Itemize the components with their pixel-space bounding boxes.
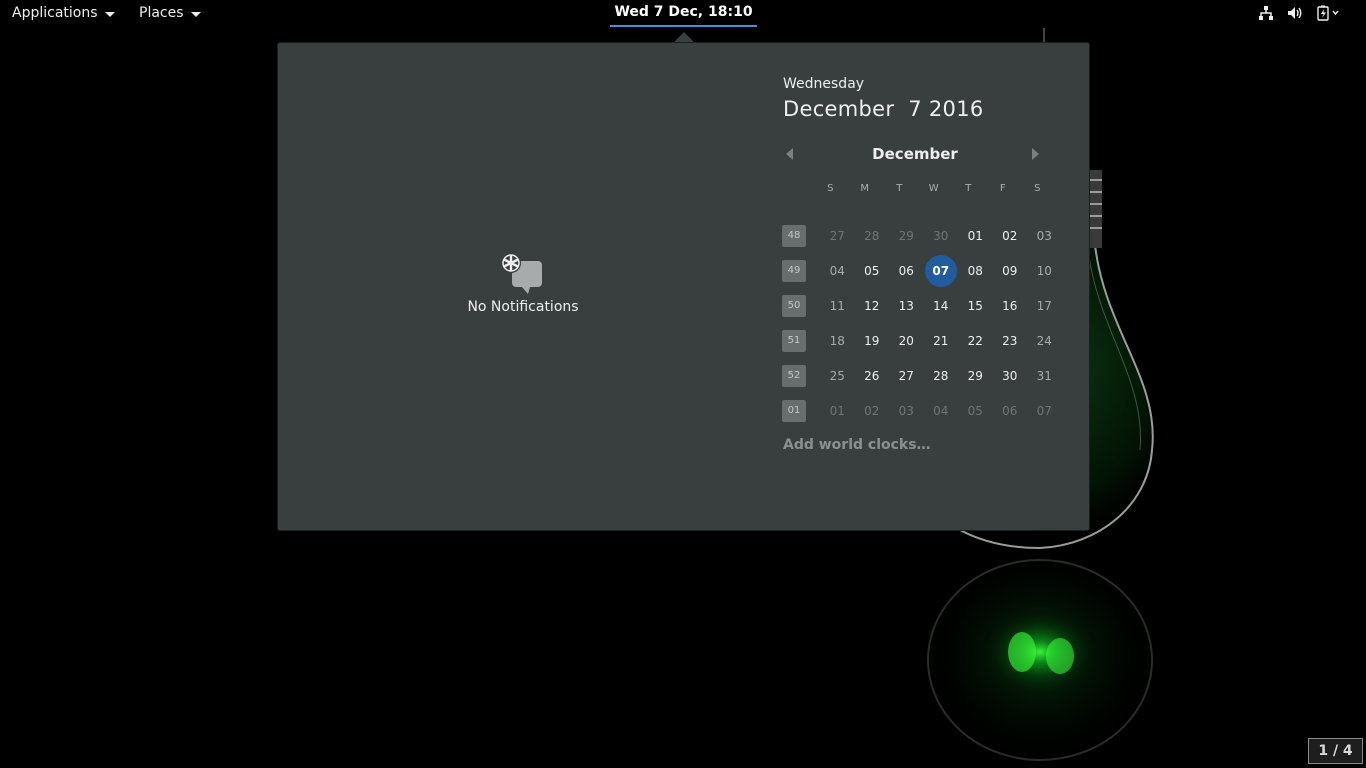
- calendar-day[interactable]: 02: [993, 220, 1028, 252]
- calendar-day[interactable]: 06: [993, 395, 1028, 427]
- calendar-day[interactable]: 18: [820, 325, 855, 357]
- weekday-label: S: [1034, 183, 1041, 194]
- system-tray[interactable]: [1258, 5, 1340, 21]
- calendar-day[interactable]: 27: [820, 220, 855, 252]
- calendar-day[interactable]: 29: [958, 360, 993, 392]
- weekday-label: F: [999, 183, 1006, 194]
- calendar-day[interactable]: 11: [820, 290, 855, 322]
- calendar-day[interactable]: 28: [855, 220, 890, 252]
- calendar-day[interactable]: 01: [820, 395, 855, 427]
- week-number: 50: [782, 294, 806, 317]
- calendar-day[interactable]: 07: [1027, 395, 1062, 427]
- calendar-day[interactable]: 19: [855, 325, 890, 357]
- calendar-day[interactable]: 13: [889, 290, 924, 322]
- calendar-day[interactable]: 03: [889, 395, 924, 427]
- weekday-label: T: [896, 183, 903, 194]
- calendar-day[interactable]: 20: [889, 325, 924, 357]
- calendar-day[interactable]: 30: [993, 360, 1028, 392]
- popover-arrow: [674, 32, 694, 42]
- calendar-day[interactable]: 01: [958, 220, 993, 252]
- day-name: Wednesday: [783, 76, 865, 92]
- calendar-week-row: 52 25 26 27 28 29 30 31: [782, 358, 1062, 393]
- calendar-day[interactable]: 22: [958, 325, 993, 357]
- calendar-week-row: 50 11 12 13 14 15 16 17: [782, 288, 1062, 323]
- calendar-week-row: 48 27 28 29 30 01 02 03: [782, 218, 1062, 253]
- top-bar: Applications Places Wed 7 Dec, 18:10: [0, 0, 1366, 27]
- network-wired-icon: [1259, 6, 1273, 20]
- calendar-day[interactable]: 03: [1027, 220, 1062, 252]
- date-menu-popover: No Notifications Wednesday December 7 20…: [277, 42, 1090, 531]
- calendar-day[interactable]: 25: [820, 360, 855, 392]
- calendar-day-today[interactable]: 07: [924, 254, 957, 287]
- week-number: 01: [782, 399, 806, 422]
- calendar-day[interactable]: 10: [1027, 255, 1062, 287]
- chevron-down-icon: [104, 11, 115, 17]
- week-number: 48: [782, 224, 806, 247]
- chevron-down-icon: [190, 11, 201, 17]
- calendar-day[interactable]: 21: [924, 325, 959, 357]
- no-notifications-label: No Notifications: [467, 299, 579, 315]
- weekday-label: M: [860, 183, 870, 194]
- calendar-day[interactable]: 28: [924, 360, 959, 392]
- week-number: 49: [782, 259, 806, 282]
- week-number: 52: [782, 364, 806, 387]
- calendar-day[interactable]: 05: [958, 395, 993, 427]
- applications-menu-label: Applications: [12, 5, 98, 21]
- calendar-day[interactable]: 17: [1027, 290, 1062, 322]
- calendar-day[interactable]: 23: [993, 325, 1028, 357]
- full-date: December 7 2016: [783, 97, 984, 121]
- calendar-day[interactable]: 05: [855, 255, 890, 287]
- chevron-left-icon: [786, 148, 793, 160]
- calendar-day[interactable]: 27: [889, 360, 924, 392]
- calendar-week-row: 01 01 02 03 04 05 06 07: [782, 393, 1062, 428]
- calendar-day[interactable]: 09: [993, 255, 1028, 287]
- calendar-month-title: December: [872, 145, 958, 163]
- clock-button[interactable]: Wed 7 Dec, 18:10: [610, 0, 757, 27]
- places-menu[interactable]: Places: [139, 0, 201, 27]
- chevron-right-icon: [1032, 148, 1039, 160]
- calendar-day[interactable]: 26: [855, 360, 890, 392]
- add-world-clocks-link[interactable]: Add world clocks…: [783, 437, 931, 453]
- calendar-week-row: 51 18 19 20 21 22 23 24: [782, 323, 1062, 358]
- calendar-day[interactable]: 08: [958, 255, 993, 287]
- calendar-day[interactable]: 06: [889, 255, 924, 287]
- chat-bubble-asterisk-icon: [501, 253, 542, 294]
- weekday-label: S: [827, 183, 834, 194]
- calendar-day[interactable]: 16: [993, 290, 1028, 322]
- notification-empty-state: No Notifications: [448, 251, 598, 315]
- weekday-label: T: [965, 183, 972, 194]
- calendar-day[interactable]: 29: [889, 220, 924, 252]
- applications-menu[interactable]: Applications: [12, 0, 115, 27]
- calendar-day[interactable]: 02: [855, 395, 890, 427]
- calendar-day[interactable]: 24: [1027, 325, 1062, 357]
- workspace-indicator[interactable]: 1 / 4: [1308, 738, 1363, 764]
- previous-month-button[interactable]: [786, 147, 800, 161]
- weekday-header: SMTWTFS: [813, 183, 1055, 194]
- volume-icon: [1288, 7, 1302, 19]
- calendar-day[interactable]: 04: [820, 255, 855, 287]
- calendar-day[interactable]: 04: [924, 395, 959, 427]
- calendar-grid: 48 27 28 29 30 01 02 03 49 04 05 06 07 08 09 10 50 11 12 13…: [782, 218, 1062, 428]
- places-menu-label: Places: [139, 5, 184, 21]
- calendar-week-row: 49 04 05 06 07 08 09 10: [782, 253, 1062, 288]
- calendar-day[interactable]: 15: [958, 290, 993, 322]
- battery-charging-icon: [1317, 5, 1339, 21]
- weekday-label: W: [928, 183, 939, 194]
- next-month-button[interactable]: [1032, 147, 1046, 161]
- calendar-day[interactable]: 30: [924, 220, 959, 252]
- calendar-day[interactable]: 12: [855, 290, 890, 322]
- calendar-day[interactable]: 14: [924, 290, 959, 322]
- calendar-day[interactable]: 31: [1027, 360, 1062, 392]
- week-number: 51: [782, 329, 806, 352]
